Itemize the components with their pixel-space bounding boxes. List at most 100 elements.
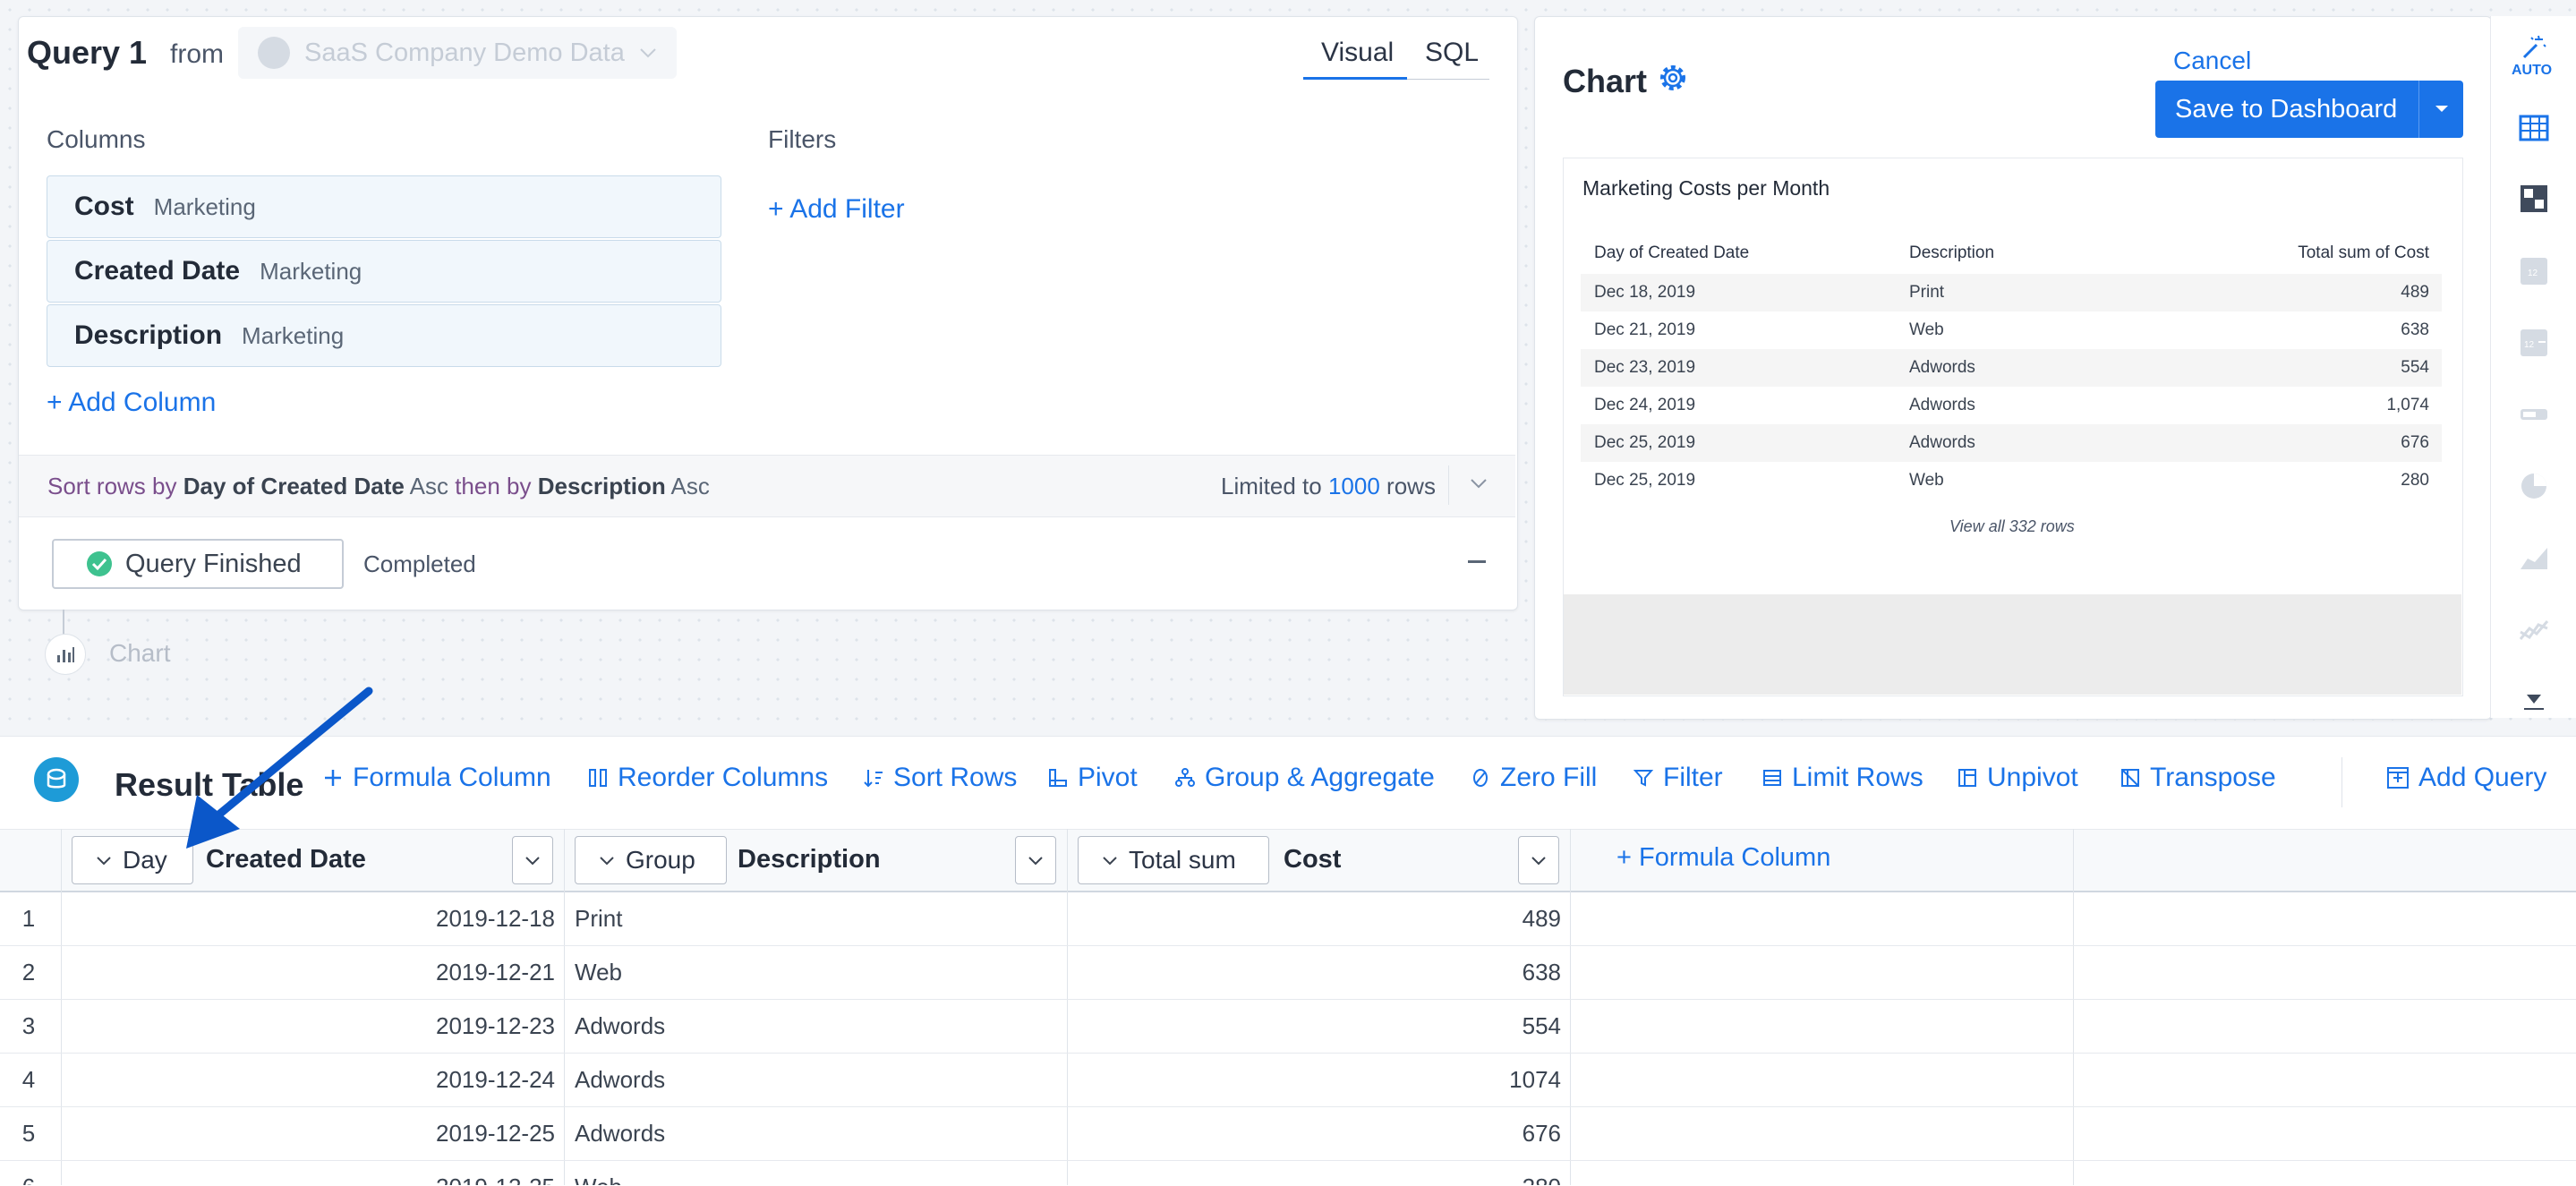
cell-description[interactable]: Adwords xyxy=(575,1106,665,1160)
line-chart-icon[interactable] xyxy=(2519,614,2549,644)
column-header-cost[interactable]: Cost xyxy=(1284,845,1341,875)
group-aggregate-button[interactable]: Group & Aggregate xyxy=(1174,763,1435,793)
add-column-link[interactable]: + Add Column xyxy=(47,388,216,418)
pie-chart-icon[interactable] xyxy=(2519,471,2549,501)
gear-icon[interactable] xyxy=(1656,61,1690,95)
aggregation-select-total-sum[interactable]: Total sum xyxy=(1078,836,1269,884)
transpose-button[interactable]: Transpose xyxy=(2120,763,2276,793)
column-chip-description[interactable]: Description Marketing xyxy=(47,304,721,367)
auto-chart-label[interactable]: AUTO xyxy=(2512,63,2552,79)
cell-cost[interactable]: 1074 xyxy=(1074,1053,1561,1106)
row-limit-summary[interactable]: Limited to 1000 rows xyxy=(1221,473,1436,500)
table-chart-icon[interactable] xyxy=(2519,113,2549,143)
area-chart-icon[interactable] xyxy=(2519,542,2549,573)
aggregation-select-group[interactable]: Group xyxy=(575,836,727,884)
sort-rows-button[interactable]: Sort Rows xyxy=(863,763,1017,793)
limit-suffix: rows xyxy=(1386,473,1436,499)
cell-description[interactable]: Adwords xyxy=(575,1053,665,1106)
single-value-comparison-icon[interactable]: 12 xyxy=(2519,328,2549,358)
aggregation-label: Total sum xyxy=(1129,846,1236,874)
toolbar-label: Limit Rows xyxy=(1792,763,1923,792)
chart-node-label[interactable]: Chart xyxy=(109,639,170,668)
datasource-select[interactable]: SaaS Company Demo Data xyxy=(238,27,677,79)
database-icon xyxy=(34,757,79,802)
cancel-button[interactable]: Cancel xyxy=(2173,47,2251,75)
preview-row: Dec 23, 2019 Adwords 554 xyxy=(1581,349,2442,387)
cell-created-date[interactable]: 2019-12-24 xyxy=(63,1053,555,1106)
save-to-dashboard-button[interactable]: Save to Dashboard xyxy=(2155,81,2463,138)
chart-node-connector xyxy=(63,610,64,635)
tab-visual-underline xyxy=(1303,77,1407,80)
add-query-button[interactable]: Add Query xyxy=(2386,763,2546,793)
toolbar-label: Pivot xyxy=(1078,763,1138,792)
preview-cell: 280 xyxy=(2401,471,2429,490)
annotation-arrow xyxy=(186,687,373,849)
sort-rows-summary[interactable]: Sort rows by Day of Created Date Asc the… xyxy=(47,473,710,500)
cell-created-date[interactable]: 2019-12-18 xyxy=(63,892,555,945)
preview-cell: 554 xyxy=(2401,358,2429,377)
preview-row: Dec 18, 2019 Print 489 xyxy=(1581,274,2442,311)
datasource-name: SaaS Company Demo Data xyxy=(304,38,625,67)
toolbar-label: Group & Aggregate xyxy=(1205,763,1435,792)
chevron-down-icon[interactable] xyxy=(1470,478,1488,489)
sort-icon xyxy=(864,770,883,788)
column-menu-button[interactable] xyxy=(512,836,553,884)
cell-created-date[interactable]: 2019-12-25 xyxy=(63,1106,555,1160)
cell-description[interactable]: Web xyxy=(575,1160,622,1185)
pivot-table-icon[interactable] xyxy=(2519,183,2549,214)
limit-icon xyxy=(1763,770,1781,786)
toolbar-label: Zero Fill xyxy=(1500,763,1598,792)
zero-fill-button[interactable]: Zero Fill xyxy=(1470,763,1597,793)
cell-cost[interactable]: 554 xyxy=(1074,999,1561,1053)
preview-cell: Adwords xyxy=(1909,433,1975,452)
cell-cost[interactable]: 638 xyxy=(1074,945,1561,999)
collapse-icon[interactable] xyxy=(1468,560,1486,563)
query-title[interactable]: Query 1 xyxy=(27,34,147,72)
cell-description[interactable]: Web xyxy=(575,945,622,999)
column-chip-created-date[interactable]: Created Date Marketing xyxy=(47,240,721,303)
limit-rows-button[interactable]: Limit Rows xyxy=(1761,763,1923,793)
cell-created-date[interactable]: 2019-12-21 xyxy=(63,945,555,999)
table-row: 3 2019-12-23 Adwords 554 xyxy=(0,999,2576,1054)
column-menu-button[interactable] xyxy=(1015,836,1056,884)
row-number: 3 xyxy=(21,1012,36,1039)
table-row: 4 2019-12-24 Adwords 1074 xyxy=(0,1053,2576,1107)
reorder-icon xyxy=(589,769,607,787)
toolbar-label: Reorder Columns xyxy=(618,763,829,792)
pivot-button[interactable]: Pivot xyxy=(1047,763,1138,793)
cell-description[interactable]: Adwords xyxy=(575,999,665,1053)
preview-cell: Adwords xyxy=(1909,396,1975,414)
view-all-rows-link[interactable]: View all 332 rows xyxy=(1949,517,2075,536)
query-finished-button[interactable]: Query Finished xyxy=(52,539,344,589)
toolbar-label: Transpose xyxy=(2150,763,2276,792)
more-charts-icon[interactable] xyxy=(2519,689,2549,711)
reorder-columns-button[interactable]: Reorder Columns xyxy=(587,763,828,793)
sort-then: then by xyxy=(455,473,532,499)
bar-chart-icon[interactable] xyxy=(45,634,86,675)
tab-visual[interactable]: Visual xyxy=(1321,38,1394,68)
add-filter-link[interactable]: + Add Filter xyxy=(768,194,905,225)
cell-cost[interactable]: 489 xyxy=(1074,892,1561,945)
cell-cost[interactable]: 676 xyxy=(1074,1106,1561,1160)
progress-bar-icon[interactable] xyxy=(2519,399,2549,430)
preview-header: Description xyxy=(1909,243,1995,262)
column-chip-cost[interactable]: Cost Marketing xyxy=(47,175,721,238)
cell-cost[interactable]: 280 xyxy=(1074,1160,1561,1185)
unpivot-button[interactable]: Unpivot xyxy=(1957,763,2078,793)
cell-created-date[interactable]: 2019-12-25 xyxy=(63,1160,555,1185)
cell-created-date[interactable]: 2019-12-23 xyxy=(63,999,555,1053)
single-value-icon[interactable]: 12 xyxy=(2519,256,2549,286)
row-number: 2 xyxy=(21,959,36,985)
caret-down-icon[interactable] xyxy=(2419,105,2463,114)
sort-field-2: Description xyxy=(537,473,666,499)
limit-value[interactable]: 1000 xyxy=(1328,473,1380,499)
cell-description[interactable]: Print xyxy=(575,892,622,945)
preview-row: Dec 21, 2019 Web 638 xyxy=(1581,311,2442,349)
tab-sql[interactable]: SQL xyxy=(1425,38,1479,68)
magic-wand-icon[interactable] xyxy=(2521,34,2547,59)
preview-cell: 1,074 xyxy=(2386,396,2429,414)
filter-button[interactable]: Filter xyxy=(1633,763,1723,793)
add-formula-column-header[interactable]: + Formula Column xyxy=(1616,843,1830,873)
column-menu-button[interactable] xyxy=(1518,836,1559,884)
column-header-description[interactable]: Description xyxy=(738,845,881,875)
